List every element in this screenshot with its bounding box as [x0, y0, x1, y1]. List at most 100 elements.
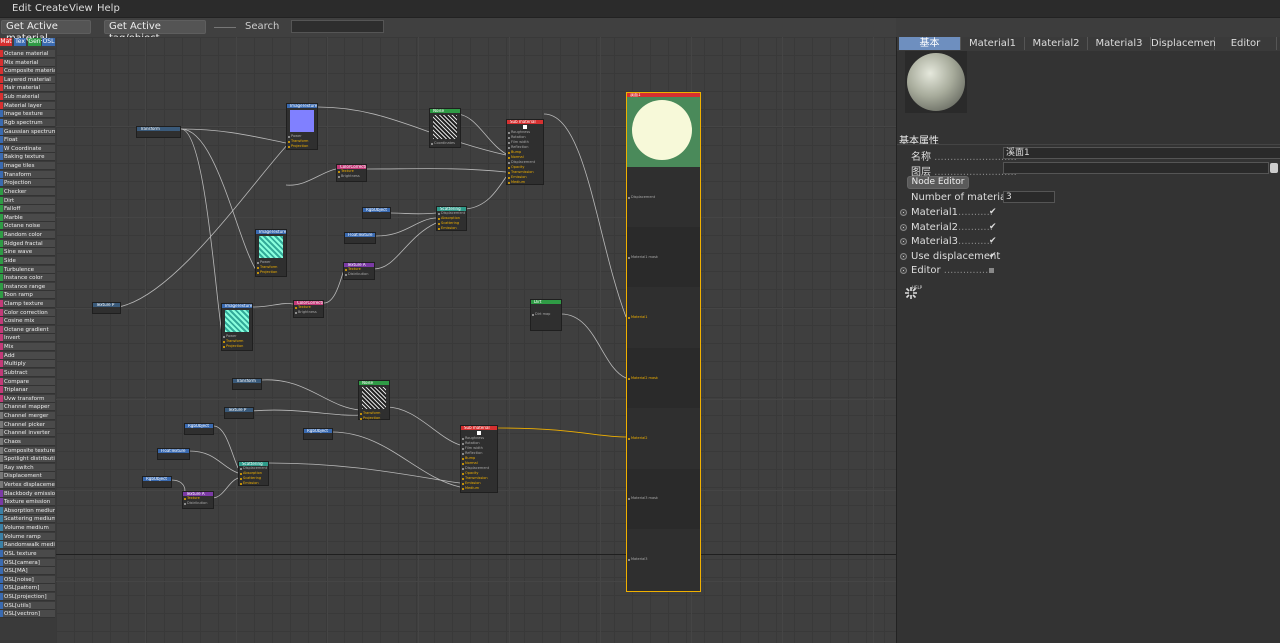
tab-material1[interactable]: Material1 [961, 37, 1025, 50]
palette-item[interactable]: Spotlight distribution [0, 455, 55, 464]
layer-link-icon[interactable] [1270, 163, 1278, 173]
use-displacement-animate-radio[interactable] [900, 253, 907, 260]
menu-edit[interactable]: Edit [12, 3, 31, 14]
tab-displacement[interactable]: Displacement [1151, 37, 1220, 50]
name-field[interactable]: 溪面1 [1003, 147, 1280, 159]
palette-item[interactable]: OSL[vectron] [0, 610, 55, 619]
sub-material-node-2[interactable]: Sub material Roughness Rotation Film width… [460, 425, 498, 493]
palette-item[interactable]: Uvw transform [0, 394, 55, 403]
palette-item[interactable]: Displacement [0, 472, 55, 481]
palette-item[interactable]: OSL[utils] [0, 601, 55, 610]
float-node-2[interactable]: FloatTexture [157, 448, 190, 460]
sub-material-node-1[interactable]: Sub material Roughness Rotation Film width… [506, 119, 544, 185]
noise-2-port-projection[interactable]: Projection [359, 416, 389, 421]
tag-tex[interactable]: Tex [14, 38, 26, 46]
palette-item[interactable]: Float [0, 136, 55, 145]
palette-item[interactable]: Image tiles [0, 162, 55, 171]
float-node-1[interactable]: FloatTexture [344, 232, 376, 244]
composite-port-material1[interactable]: Material1 [627, 315, 647, 320]
layer-field[interactable] [1003, 162, 1269, 174]
palette-item[interactable]: Multiply [0, 360, 55, 369]
palette-item[interactable]: OSL texture [0, 549, 55, 558]
material2-checkbox[interactable]: ✔ [989, 222, 997, 232]
palette-item[interactable]: Add [0, 351, 55, 360]
tag-osl[interactable]: OSL [42, 38, 55, 46]
palette-item[interactable]: Volume medium [0, 524, 55, 533]
get-active-tag-button[interactable]: Get Active tag/object [104, 20, 206, 44]
palette-item[interactable]: W Coordinate [0, 144, 55, 153]
palette-item[interactable]: Color correction [0, 308, 55, 317]
tab-basic[interactable]: 基本 [899, 37, 961, 50]
search-input[interactable] [291, 20, 384, 33]
palette-item[interactable]: Mix [0, 343, 55, 352]
palette-item[interactable]: Composite texture [0, 446, 55, 455]
node-editor-button[interactable]: Node Editor [907, 176, 969, 189]
image-2-port-projection[interactable]: Projection [256, 270, 286, 275]
palette-item[interactable]: Channel merger [0, 412, 55, 421]
color-correction-node-1[interactable]: ColorCorrection Texture Brightness [336, 164, 367, 182]
editor-animate-radio[interactable] [900, 267, 907, 274]
composite-port-material1-mask[interactable]: Material1 mask [627, 255, 658, 260]
tag-gen[interactable]: Gen [28, 38, 41, 46]
palette-item[interactable]: Chaos [0, 437, 55, 446]
scattering-node-1[interactable]: Scattering Displacement Absorption Scatt… [436, 206, 467, 231]
scatter-2-port-emission[interactable]: Emission [239, 481, 268, 486]
palette-item[interactable]: Turbulence [0, 265, 55, 274]
composite-port-material2[interactable]: Material2 [627, 436, 647, 441]
tab-material3[interactable]: Material3 [1088, 37, 1151, 50]
material3-animate-radio[interactable] [900, 238, 907, 245]
editor-checkbox[interactable] [989, 268, 994, 273]
rgb-node-4[interactable]: RgbObject [303, 428, 333, 440]
dirt-node[interactable]: Dirt Dirt map [530, 299, 562, 331]
palette-item[interactable]: Vertex displacement [0, 481, 55, 489]
palette-item[interactable]: Cosine mix [0, 317, 55, 326]
texture-a-node-2[interactable]: Texture A Texture Distribution [182, 491, 214, 509]
rgb-node-3[interactable]: RgbObject [142, 476, 172, 488]
sub-2-port[interactable]: Medium [461, 486, 497, 491]
noise-1-port-coordinates[interactable]: Coordinates [430, 141, 460, 146]
palette-item[interactable]: Scattering medium [0, 515, 55, 524]
palette-item[interactable]: Image texture [0, 110, 55, 119]
texture-a-2-port-distribution[interactable]: Distribution [183, 501, 213, 506]
palette-item[interactable]: Ridged fractal [0, 239, 55, 248]
sub-1-port[interactable]: Medium [507, 180, 543, 185]
texture-p-node-2[interactable]: Texture P [224, 407, 254, 419]
cc-2-port-brightness[interactable]: Brightness [294, 310, 323, 315]
palette-item[interactable]: Mix material [0, 58, 55, 67]
palette-item[interactable]: Octane noise [0, 222, 55, 231]
palette-item[interactable]: Gaussian spectrum [0, 127, 55, 136]
palette-item[interactable]: Composite material [0, 67, 55, 76]
palette-item[interactable]: Falloff [0, 205, 55, 214]
palette-item[interactable]: Clamp texture [0, 299, 55, 308]
palette-item[interactable]: Baking texture [0, 153, 55, 162]
composite-port-material3[interactable]: Material3 [627, 557, 647, 562]
palette-item[interactable]: Transform [0, 170, 55, 179]
palette-item[interactable]: Marble [0, 213, 55, 222]
dirt-port-map[interactable]: Dirt map [531, 312, 561, 317]
palette-item[interactable]: Hair material [0, 84, 55, 93]
transform-node-2[interactable]: Transform [232, 378, 262, 390]
transform-node[interactable]: Transform [136, 126, 181, 138]
noise-node-2[interactable]: Noise Transform Projection [358, 380, 390, 420]
palette-item[interactable]: Checker [0, 187, 55, 196]
image-texture-node-3[interactable]: ImageTexture Power Transform Projection [221, 303, 253, 351]
texture-a-node-1[interactable]: Texture A Texture Distribution [343, 262, 375, 280]
palette-item[interactable]: Channel mapper [0, 403, 55, 412]
tag-mat[interactable]: Mat [0, 38, 12, 46]
palette-item[interactable]: Random color [0, 231, 55, 240]
cc-1-port-brightness[interactable]: Brightness [337, 174, 366, 179]
menu-help[interactable]: Help [97, 3, 120, 14]
composite-port-material2-mask[interactable]: Material2 mask [627, 376, 658, 381]
image-3-port-projection[interactable]: Projection [222, 344, 252, 349]
palette-item[interactable]: OSL[projection] [0, 593, 55, 602]
palette-item[interactable]: Texture emission [0, 498, 55, 507]
palette-item[interactable]: Layered material [0, 75, 55, 84]
rgb-node-1[interactable]: RgbObject [362, 207, 391, 219]
get-active-material-button[interactable]: Get Active material [1, 20, 91, 44]
material1-animate-radio[interactable] [900, 209, 907, 216]
composite-material-node[interactable]: 溪面1 Displacement Material1 mask Material… [626, 92, 701, 592]
palette-item[interactable]: Sub material [0, 93, 55, 102]
texture-a-1-port-distribution[interactable]: Distribution [344, 272, 374, 277]
material3-checkbox[interactable]: ✔ [989, 236, 997, 246]
tab-editor[interactable]: Editor [1215, 37, 1277, 50]
